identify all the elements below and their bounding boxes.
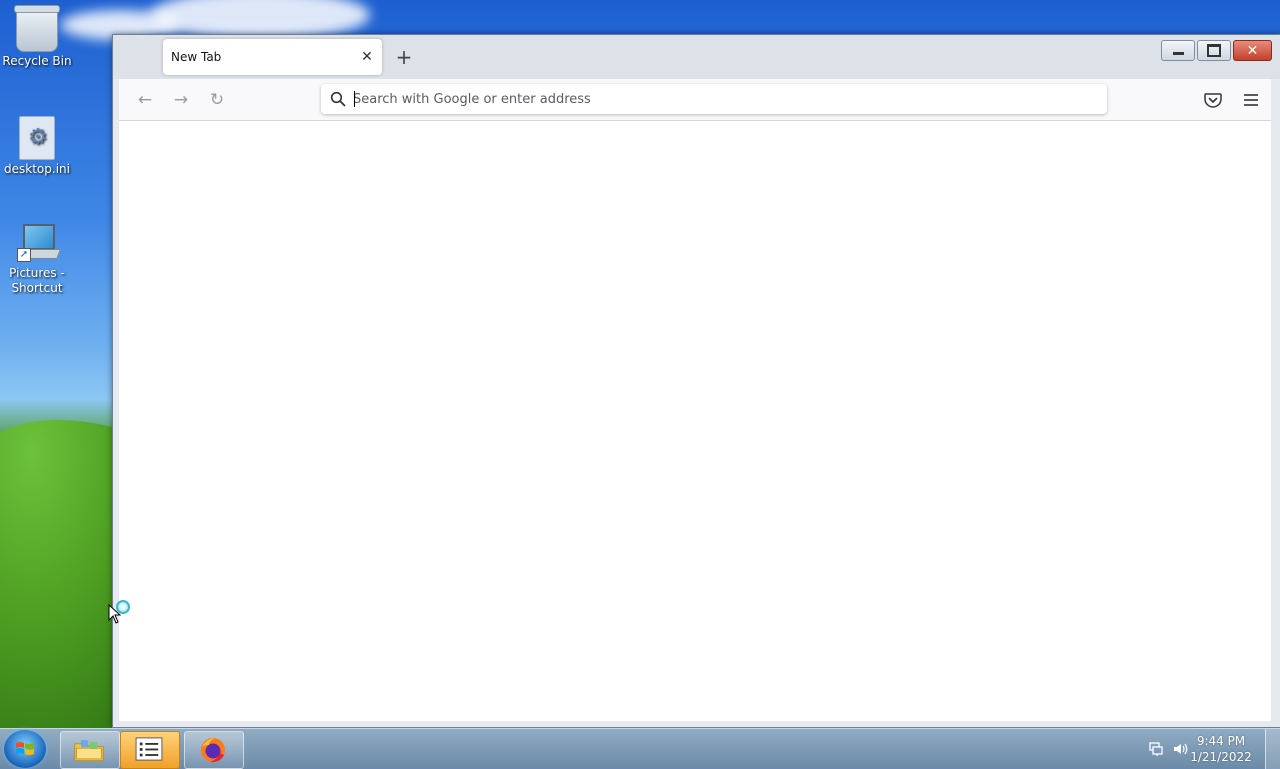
forward-button[interactable]: → [169, 88, 193, 112]
search-icon [330, 91, 346, 107]
tab-title: New Tab [171, 50, 222, 64]
desktop-icon-label: Pictures - Shortcut [9, 266, 65, 295]
minimize-button[interactable] [1161, 40, 1195, 61]
browser-window: New Tab ✕ + ✕ ← → ↻ [112, 34, 1280, 728]
text-caret [354, 91, 355, 107]
start-button[interactable] [4, 730, 46, 768]
maximize-button[interactable] [1197, 40, 1231, 61]
tab-close-button[interactable]: ✕ [358, 48, 376, 66]
clock-date: 1/21/2022 [1190, 750, 1252, 764]
network-icon[interactable] [1148, 741, 1164, 757]
desktop-icon-desktop-ini[interactable]: desktop.ini [0, 116, 74, 176]
new-tab-button[interactable]: + [393, 47, 415, 69]
show-desktop-button[interactable] [1265, 729, 1280, 769]
folder-icon [74, 740, 104, 762]
desktop-icon-recycle-bin[interactable]: Recycle Bin [0, 5, 74, 68]
taskbar-task-list[interactable] [120, 731, 180, 769]
busy-indicator-icon [116, 600, 130, 614]
navigation-toolbar: ← → ↻ [119, 79, 1271, 121]
minimize-icon [1172, 52, 1184, 55]
system-clock[interactable]: 9:44 PM 1/21/2022 [1186, 733, 1256, 765]
restore-icon [1207, 44, 1221, 57]
back-button[interactable]: ← [133, 88, 157, 112]
clock-time: 9:44 PM [1196, 734, 1246, 748]
firefox-icon [201, 738, 225, 763]
desktop-icon-label: Recycle Bin [2, 54, 72, 68]
window-controls: ✕ [1161, 40, 1272, 61]
tab-new-tab[interactable]: New Tab ✕ [163, 39, 382, 75]
tab-strip: New Tab ✕ + ✕ [113, 35, 1280, 79]
hamburger-menu-icon[interactable] [1241, 90, 1261, 110]
desktop-icon-label: desktop.ini [4, 162, 70, 176]
pictures-shortcut-icon: ➚ [17, 222, 61, 264]
reload-button[interactable]: ↻ [205, 88, 229, 112]
windows-logo-icon [16, 742, 34, 755]
list-icon [135, 737, 163, 761]
url-bar[interactable] [321, 84, 1107, 114]
taskbar-firefox[interactable] [184, 731, 244, 769]
settings-file-icon [19, 116, 55, 160]
taskbar-file-explorer[interactable] [60, 731, 120, 769]
recycle-bin-icon [14, 5, 60, 52]
taskbar: 9:44 PM 1/21/2022 [0, 728, 1280, 769]
desktop-icon-pictures-shortcut[interactable]: ➚ Pictures - Shortcut [0, 222, 74, 296]
url-input[interactable] [353, 88, 1093, 110]
close-window-button[interactable]: ✕ [1233, 40, 1272, 61]
shortcut-arrow-icon: ➚ [17, 248, 31, 262]
pocket-icon[interactable] [1203, 90, 1223, 110]
page-content[interactable] [119, 121, 1271, 721]
